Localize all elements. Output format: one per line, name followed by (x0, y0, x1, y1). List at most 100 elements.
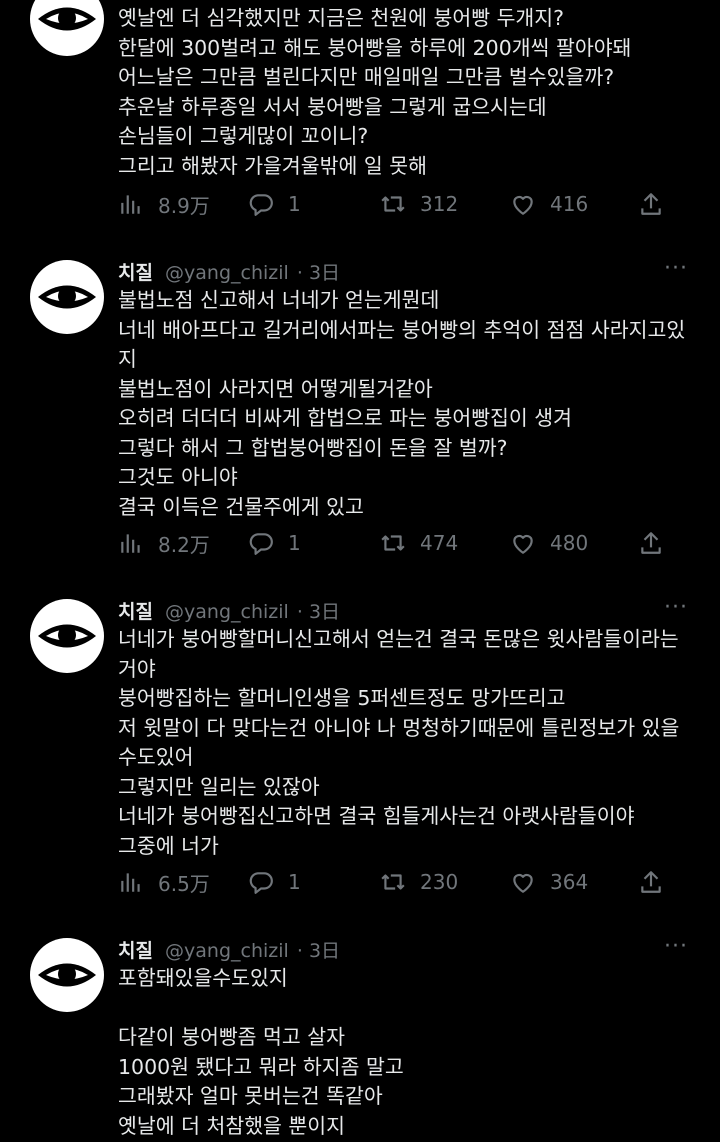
share-icon (641, 532, 661, 554)
reply-count: 1 (288, 192, 301, 216)
reply-icon (249, 533, 273, 555)
tweet-text: 옛날엔 더 심각했지만 지금은 천원에 붕어빵 두개지? 한달에 300벌려고 … (118, 4, 708, 181)
tweet-line: 거야 (118, 656, 156, 681)
reply-count: 1 (288, 870, 301, 894)
views-button[interactable]: 6.5万 (118, 864, 210, 900)
views-icon (121, 873, 140, 892)
retweet-button[interactable]: 312 (380, 186, 458, 222)
eye-avatar-icon (38, 624, 96, 648)
avatar[interactable] (30, 938, 104, 1012)
like-button[interactable]: 416 (510, 186, 588, 222)
tweet-time[interactable]: · 3日 (297, 940, 340, 962)
views-count: 6.5万 (158, 871, 210, 896)
tweet-line: 추운날 하루종일 서서 붕어빵을 그렇게 굽으시는데 (118, 94, 547, 119)
more-options-icon[interactable]: ··· (664, 934, 688, 959)
share-icon (641, 193, 661, 215)
author-handle[interactable]: @yang_chizil (165, 262, 289, 284)
share-button[interactable] (638, 525, 664, 561)
tweet-line (118, 994, 708, 1024)
reply-icon (249, 872, 273, 894)
views-button[interactable]: 8.9万 (118, 186, 210, 222)
share-icon (641, 871, 661, 893)
tweet-line: 옛날에 더 처참했을 뿐이지 (118, 1113, 346, 1138)
retweet-button[interactable]: 474 (380, 525, 458, 561)
tweet-header: 치질 @yang_chizil · 3日 (118, 936, 340, 962)
views-button[interactable]: 8.2万 (118, 525, 210, 561)
tweet-line: 다같이 붕어빵좀 먹고 살자 (118, 1025, 346, 1049)
retweet-icon (381, 535, 405, 551)
retweet-button[interactable]: 230 (380, 864, 458, 900)
tweet-line: 그리고 해봤자 가을겨울밖에 일 못해 (118, 153, 427, 178)
like-icon (513, 873, 533, 893)
tweet-line: 그렇지만 일리는 있잖아 (118, 774, 320, 799)
reply-icon (249, 194, 273, 216)
tweet-actions: 8.2万 1 474 480 (118, 525, 678, 561)
avatar[interactable] (30, 0, 104, 56)
tweet-line: 불법노점 신고해서 너네가 얻는게뭔데 (118, 288, 440, 312)
tweet-time[interactable]: · 3日 (297, 262, 340, 284)
avatar[interactable] (30, 599, 104, 673)
tweet-line: 수도있어 (118, 745, 194, 769)
like-button[interactable]: 364 (510, 864, 588, 900)
tweet-line: 그래봤자 얼마 못버는건 똑같아 (118, 1084, 383, 1108)
tweet-line: 오히려 더더더 비싸게 합법으로 파는 붕어빵집이 생겨 (118, 406, 573, 430)
reply-button[interactable]: 1 (248, 186, 301, 222)
tweet-line: 1000원 됐다고 뭐라 하지좀 말고 (118, 1054, 404, 1079)
tweet-line: 손님들이 그렇게많이 꼬이니? (118, 124, 369, 148)
views-count: 8.2万 (158, 532, 210, 557)
tweet-line: 저 윗말이 다 맞다는건 아니야 나 멍청하기때문에 틀린정보가 있을 (118, 715, 680, 740)
tweet-line: 너네가 붕어빵집신고하면 결국 힘들게사는건 아랫사람들이야 (118, 804, 635, 828)
like-count: 480 (550, 531, 589, 555)
tweet-line: 그중에 너가 (118, 833, 219, 858)
like-icon (513, 195, 533, 215)
tweet-line: 결국 이득은 건물주에게 있고 (118, 494, 364, 519)
tweet-text: 포함돼있을수도있지 다같이 붕어빵좀 먹고 살자 1000원 됐다고 뭐라 하지… (118, 964, 708, 1141)
share-button[interactable] (638, 186, 664, 222)
tweet-line: 붕어빵집하는 할머니인생을 5퍼센트정도 망가뜨리고 (118, 686, 566, 710)
eye-avatar-icon (38, 963, 96, 987)
tweet-header: 치질 @yang_chizil · 3日 (118, 597, 340, 623)
tweet-line: 지 (118, 347, 137, 371)
author-name[interactable]: 치질 (118, 940, 153, 962)
share-button[interactable] (638, 864, 664, 900)
retweet-count: 312 (420, 192, 459, 216)
tweet-line: 포함돼있을수도있지 (118, 966, 288, 990)
reply-button[interactable]: 1 (248, 525, 301, 561)
more-options-icon[interactable]: ··· (664, 595, 688, 620)
author-name[interactable]: 치질 (118, 262, 153, 284)
tweet-line: 한달에 300벌려고 해도 붕어빵을 하루에 200개씩 팔아야돼 (118, 35, 632, 60)
tweet-line: 불법노점이 사라지면 어떻게될거같아 (118, 376, 433, 401)
eye-avatar-icon (38, 285, 96, 309)
tweet-line: 어느날은 그만큼 벌린다지만 매일매일 그만큼 벌수있을까? (118, 65, 615, 89)
tweet-line: 그것도 아니야 (118, 465, 238, 489)
tweet-actions: 6.5万 1 230 364 (118, 864, 678, 900)
tweet-line: 너네 배아프다고 길거리에서파는 붕어빵의 추억이 점점 사라지고있 (118, 317, 686, 342)
retweet-icon (381, 196, 405, 212)
author-handle[interactable]: @yang_chizil (165, 940, 289, 962)
retweet-icon (381, 874, 405, 890)
tweet-text: 너네가 붕어빵할머니신고해서 얻는건 결국 돈많은 윗사람들이라는 거야 붕어빵… (118, 625, 708, 861)
tweet-text: 불법노점 신고해서 너네가 얻는게뭔데 너네 배아프다고 길거리에서파는 붕어빵… (118, 286, 708, 522)
eye-avatar-icon (38, 7, 96, 31)
like-count: 416 (550, 192, 589, 216)
tweet-actions: 8.9万 1 312 416 (118, 186, 678, 222)
more-options-icon[interactable]: ··· (664, 256, 688, 281)
views-icon (121, 534, 140, 553)
tweet-line: 그렇다 해서 그 합법붕어빵집이 돈을 잘 벌까? (118, 435, 508, 460)
tweet-line: 너네가 붕어빵할머니신고해서 얻는건 결국 돈많은 윗사람들이라는 (118, 627, 679, 651)
retweet-count: 230 (420, 870, 459, 894)
like-button[interactable]: 480 (510, 525, 588, 561)
views-count: 8.9万 (158, 193, 210, 218)
views-icon (121, 195, 140, 214)
reply-count: 1 (288, 531, 301, 555)
retweet-count: 474 (420, 531, 459, 555)
author-handle[interactable]: @yang_chizil (165, 601, 289, 623)
avatar[interactable] (30, 260, 104, 334)
tweet-line: 옛날엔 더 심각했지만 지금은 천원에 붕어빵 두개지? (118, 6, 565, 30)
author-name[interactable]: 치질 (118, 601, 153, 623)
reply-button[interactable]: 1 (248, 864, 301, 900)
like-count: 364 (550, 870, 589, 894)
tweet-time[interactable]: · 3日 (297, 601, 340, 623)
like-icon (513, 534, 533, 554)
tweet-header: 치질 @yang_chizil · 3日 (118, 258, 340, 284)
